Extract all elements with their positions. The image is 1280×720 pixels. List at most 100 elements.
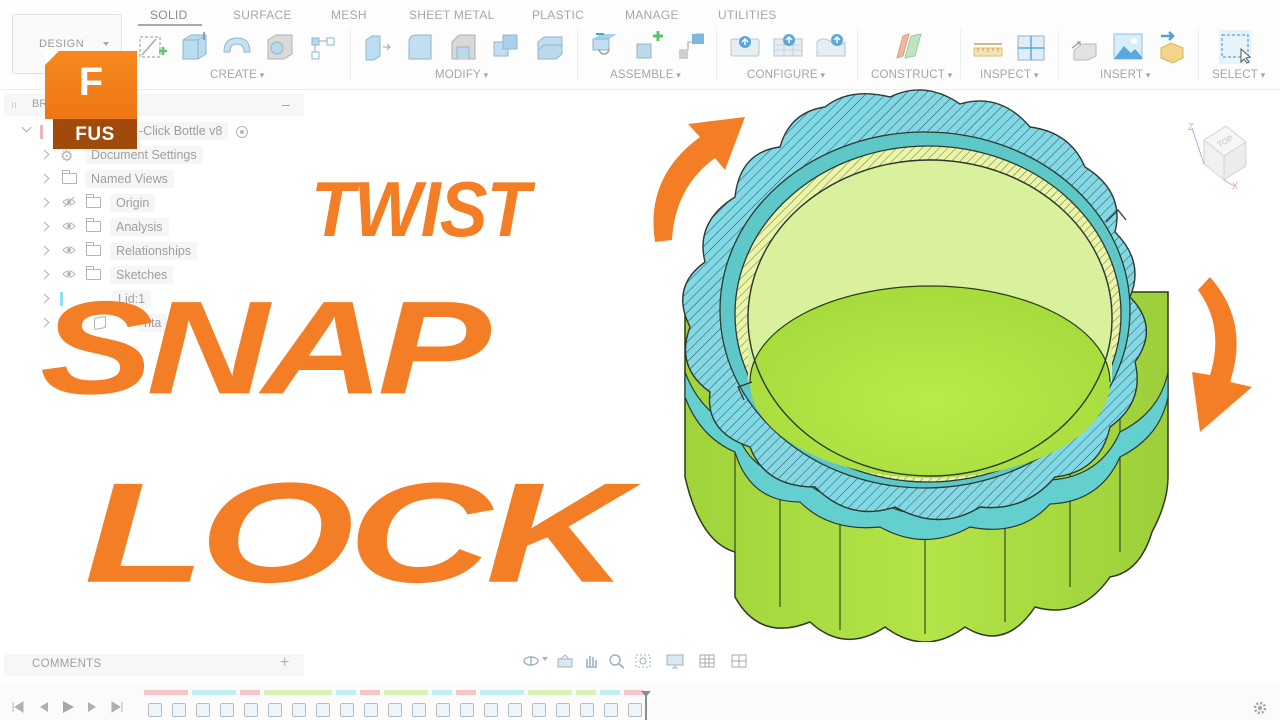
chevron-right-icon[interactable] <box>39 149 50 160</box>
chevron-right-icon[interactable] <box>39 221 50 232</box>
pan-hand-icon[interactable] <box>582 653 600 669</box>
chevron-down-icon[interactable] <box>542 657 548 661</box>
timeline-feature-pattern-icon[interactable] <box>580 703 594 717</box>
timeline-next-icon[interactable] <box>86 700 100 714</box>
section-analysis-icon[interactable] <box>1015 30 1047 64</box>
chamfer-icon[interactable] <box>447 30 479 64</box>
joint-icon[interactable] <box>633 30 665 64</box>
timeline-feature-sketch-icon[interactable] <box>460 703 474 717</box>
rectangular-pattern-icon[interactable] <box>307 30 339 64</box>
create-sketch-icon[interactable] <box>137 30 169 64</box>
timeline-previous-icon[interactable] <box>36 700 50 714</box>
navigation-bar <box>518 650 764 674</box>
timeline-feature-combine-icon[interactable] <box>604 703 618 717</box>
timeline-feature-extrude-icon[interactable] <box>388 703 402 717</box>
gear-icon: ⚙ <box>60 148 74 165</box>
chevron-right-icon[interactable] <box>39 173 50 184</box>
comments-panel[interactable]: COMMENTS + <box>4 654 304 676</box>
extrude-icon[interactable] <box>178 30 210 64</box>
tree-item-document-settings[interactable]: ⚙ Document Settings <box>4 146 304 168</box>
group-assemble[interactable]: ASSEMBLE <box>610 69 681 81</box>
timeline-feature-extrude-icon[interactable] <box>220 703 234 717</box>
timeline-first-icon[interactable] <box>11 700 25 714</box>
timeline-track[interactable] <box>142 690 652 720</box>
add-comment-button[interactable]: + <box>280 654 289 672</box>
visibility-eye-icon[interactable] <box>62 220 76 232</box>
model-viewport[interactable] <box>640 82 1270 642</box>
as-built-joint-icon[interactable] <box>676 30 708 64</box>
timeline-feature-extrude-icon[interactable] <box>508 703 522 717</box>
panel-grip-icon[interactable] <box>12 102 18 108</box>
timeline-play-icon[interactable] <box>61 700 75 714</box>
timeline-feature-extrude-icon[interactable] <box>268 703 282 717</box>
timeline-feature-revolve-icon[interactable] <box>436 703 450 717</box>
combine-icon[interactable] <box>490 30 522 64</box>
look-at-icon[interactable] <box>556 653 574 669</box>
timeline-feature-fillet-icon[interactable] <box>340 703 354 717</box>
tab-surface[interactable]: SURFACE <box>233 8 292 22</box>
tree-item-relationships[interactable]: Relationships <box>4 242 304 264</box>
tree-item-analysis[interactable]: Analysis <box>4 218 304 240</box>
group-inspect[interactable]: INSPECT <box>980 69 1039 81</box>
tab-utilities[interactable]: UTILITIES <box>718 8 777 22</box>
display-settings-icon[interactable] <box>666 653 684 669</box>
fit-icon[interactable] <box>634 653 652 669</box>
press-pull-icon[interactable] <box>360 30 392 64</box>
revolve-icon[interactable] <box>221 30 253 64</box>
group-construct[interactable]: CONSTRUCT <box>871 69 952 81</box>
group-create[interactable]: CREATE <box>210 69 264 81</box>
offset-plane-icon[interactable] <box>893 30 925 64</box>
timeline-feature-extrude-icon[interactable] <box>316 703 330 717</box>
zoom-icon[interactable] <box>608 653 626 669</box>
visibility-eye-icon[interactable] <box>62 196 76 208</box>
timeline-feature-sketch-icon[interactable] <box>364 703 378 717</box>
tree-item-named-views[interactable]: Named Views <box>4 170 304 192</box>
group-modify[interactable]: MODIFY <box>435 69 488 81</box>
chevron-right-icon[interactable] <box>39 197 50 208</box>
configure-table-icon[interactable] <box>772 30 804 64</box>
timeline-group-band <box>384 690 428 695</box>
group-insert[interactable]: INSERT <box>1100 69 1151 81</box>
fillet-icon[interactable] <box>404 30 436 64</box>
timeline-feature-sketch-icon[interactable] <box>172 703 186 717</box>
orbit-icon[interactable] <box>522 653 540 669</box>
timeline-feature-combine-icon[interactable] <box>532 703 546 717</box>
timeline-feature-extrude-icon[interactable] <box>292 703 306 717</box>
toolbar-divider <box>857 30 858 80</box>
timeline-feature-extrude-icon[interactable] <box>196 703 210 717</box>
timeline-feature-fillet-icon[interactable] <box>556 703 570 717</box>
tab-solid[interactable]: SOLID <box>150 8 188 22</box>
insert-canvas-icon[interactable] <box>1112 30 1144 64</box>
visibility-eye-icon[interactable] <box>62 244 76 256</box>
tab-mesh[interactable]: MESH <box>331 8 367 22</box>
tree-item-label: Analysis <box>110 218 169 236</box>
measure-icon[interactable] <box>972 30 1004 64</box>
gear-icon[interactable] <box>1251 699 1269 717</box>
group-configure[interactable]: CONFIGURE <box>747 69 825 81</box>
tab-manage[interactable]: MANAGE <box>625 8 679 22</box>
timeline-last-icon[interactable] <box>110 700 124 714</box>
timeline-feature-sketch-icon[interactable] <box>148 703 162 717</box>
insert-mcmaster-icon[interactable] <box>1155 30 1187 64</box>
new-component-icon[interactable] <box>590 30 622 64</box>
tree-item-origin[interactable]: Origin <box>4 194 304 216</box>
hole-icon[interactable] <box>264 30 296 64</box>
tab-sheet-metal[interactable]: SHEET METAL <box>409 8 495 22</box>
timeline-feature-sketch-icon[interactable] <box>244 703 258 717</box>
chevron-right-icon[interactable] <box>39 245 50 256</box>
split-body-icon[interactable] <box>534 30 566 64</box>
viewcube[interactable]: TOP Z X <box>1182 116 1262 192</box>
timeline-marker-icon[interactable] <box>640 690 652 720</box>
group-select[interactable]: SELECT <box>1212 69 1265 81</box>
viewports-icon[interactable] <box>730 653 748 669</box>
insert-derive-icon[interactable] <box>1070 30 1102 64</box>
configure-rules-icon[interactable] <box>815 30 847 64</box>
tab-plastic[interactable]: PLASTIC <box>532 8 584 22</box>
chevron-down-icon[interactable] <box>21 122 32 133</box>
select-window-icon[interactable] <box>1219 30 1251 64</box>
configure-design-icon[interactable] <box>729 30 761 64</box>
collapse-panel-button[interactable]: – <box>282 96 290 112</box>
timeline-feature-fillet-icon[interactable] <box>412 703 426 717</box>
timeline-feature-extrude-icon[interactable] <box>484 703 498 717</box>
grid-icon[interactable] <box>698 653 716 669</box>
